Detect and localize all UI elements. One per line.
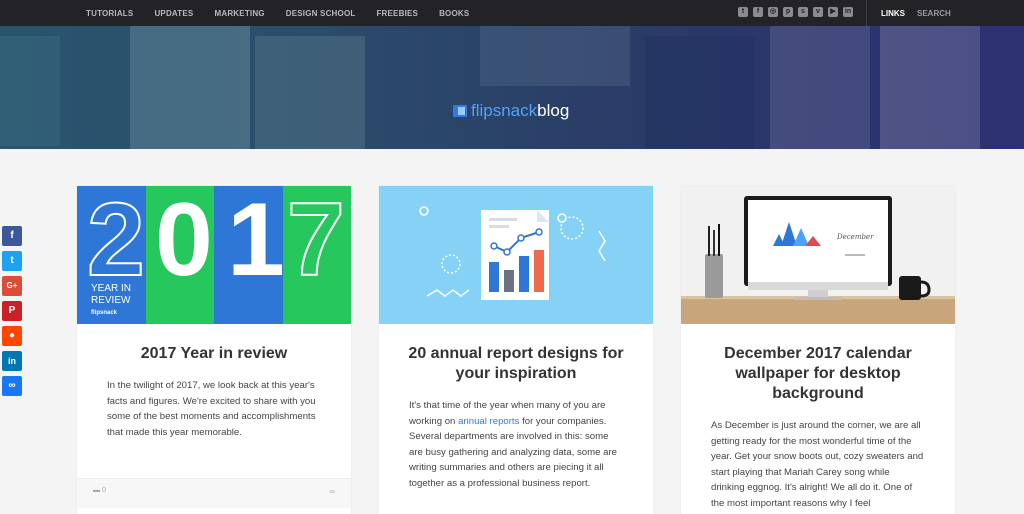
nav-item-design-school[interactable]: DESIGN SCHOOL bbox=[286, 9, 356, 18]
search-button[interactable]: SEARCH bbox=[917, 9, 951, 18]
post-excerpt: It's that time of the year when many of … bbox=[379, 398, 653, 491]
hero-overlay bbox=[0, 26, 1024, 149]
link-icon[interactable]: ∞ bbox=[2, 376, 22, 396]
comment-icon: ▬ bbox=[93, 487, 100, 494]
digit: 7 bbox=[286, 186, 346, 298]
reddit-icon[interactable]: ● bbox=[2, 326, 22, 346]
google-plus-icon[interactable]: G+ bbox=[2, 276, 22, 296]
comments-count[interactable]: ▬ 0 bbox=[93, 487, 106, 494]
post-card-year-in-review[interactable]: 2 0 1 7 YEAR IN REVIEW flipsnack 2017 Ye… bbox=[77, 186, 351, 514]
post-image-december-wallpaper[interactable]: December bbox=[681, 186, 955, 324]
nav-item-marketing[interactable]: MARKETING bbox=[214, 9, 264, 18]
facebook-icon[interactable]: f bbox=[753, 7, 763, 17]
caption-line: YEAR IN bbox=[91, 283, 132, 294]
post-card-annual-reports[interactable]: 20 annual report designs for your inspir… bbox=[379, 186, 653, 514]
digit: 0 bbox=[155, 186, 213, 298]
nav-item-tutorials[interactable]: TUTORIALS bbox=[86, 9, 133, 18]
linkedin-icon[interactable]: in bbox=[843, 7, 853, 17]
share-sidebar: f t G+ P ● in ∞ bbox=[2, 226, 22, 396]
post-card-december-wallpaper[interactable]: December December 2017 calendar wallpape… bbox=[681, 186, 955, 514]
nav-menu: TUTORIALS UPDATES MARKETING DESIGN SCHOO… bbox=[86, 0, 490, 26]
post-title[interactable]: 20 annual report designs for your inspir… bbox=[379, 344, 653, 384]
caption-line: REVIEW bbox=[91, 295, 131, 306]
pinterest-icon[interactable]: P bbox=[2, 301, 22, 321]
post-footer: ▬ 0 ∞ bbox=[77, 478, 351, 508]
post-excerpt: In the twilight of 2017, we look back at… bbox=[107, 380, 316, 438]
digit: 1 bbox=[227, 186, 285, 298]
vimeo-icon[interactable]: v bbox=[813, 7, 823, 17]
logo-text-brand: flipsnack bbox=[471, 101, 538, 120]
pinterest-icon[interactable]: p bbox=[783, 7, 793, 17]
post-image-annual-report[interactable] bbox=[379, 186, 653, 324]
flipsnack-brand-label: flipsnack bbox=[91, 310, 118, 316]
linkedin-icon[interactable]: in bbox=[2, 351, 22, 371]
year-in-review-caption: YEAR IN REVIEW bbox=[91, 283, 131, 307]
desk-illustration bbox=[681, 196, 955, 324]
annual-reports-link[interactable]: annual reports bbox=[458, 416, 519, 427]
youtube-icon[interactable]: ▶ bbox=[828, 7, 838, 17]
flipsnack-logo-icon bbox=[453, 105, 467, 117]
nav-divider bbox=[866, 0, 867, 26]
nav-right-menu: LINKS SEARCH bbox=[881, 0, 963, 26]
report-illustration bbox=[419, 206, 606, 300]
nav-item-updates[interactable]: UPDATES bbox=[154, 9, 193, 18]
hero-banner: flipsnack blog bbox=[0, 26, 1024, 149]
links-button[interactable]: LINKS bbox=[881, 9, 905, 18]
top-navigation: TUTORIALS UPDATES MARKETING DESIGN SCHOO… bbox=[0, 0, 1024, 26]
nav-item-freebies[interactable]: FREEBIES bbox=[376, 9, 418, 18]
logo-text-blog: blog bbox=[537, 101, 570, 120]
facebook-icon[interactable]: f bbox=[2, 226, 22, 246]
post-image-2017[interactable]: 2 0 1 7 YEAR IN REVIEW flipsnack bbox=[77, 186, 351, 324]
blog-logo[interactable]: flipsnack blog bbox=[453, 101, 569, 121]
slideshare-icon[interactable]: s bbox=[798, 7, 808, 17]
calendar-label: December bbox=[837, 233, 874, 241]
nav-item-books[interactable]: BOOKS bbox=[439, 9, 469, 18]
twitter-icon[interactable]: t bbox=[2, 251, 22, 271]
social-links: t f ◎ p s v ▶ in bbox=[738, 7, 853, 17]
digit: 2 bbox=[86, 186, 146, 298]
post-title[interactable]: 2017 Year in review bbox=[77, 344, 351, 364]
post-excerpt: As December is just around the corner, w… bbox=[711, 420, 924, 509]
twitter-icon[interactable]: t bbox=[738, 7, 748, 17]
permalink-icon[interactable]: ∞ bbox=[329, 487, 335, 496]
instagram-icon[interactable]: ◎ bbox=[768, 7, 778, 17]
comments-number: 0 bbox=[101, 487, 106, 494]
post-title[interactable]: December 2017 calendar wallpaper for des… bbox=[681, 344, 955, 404]
